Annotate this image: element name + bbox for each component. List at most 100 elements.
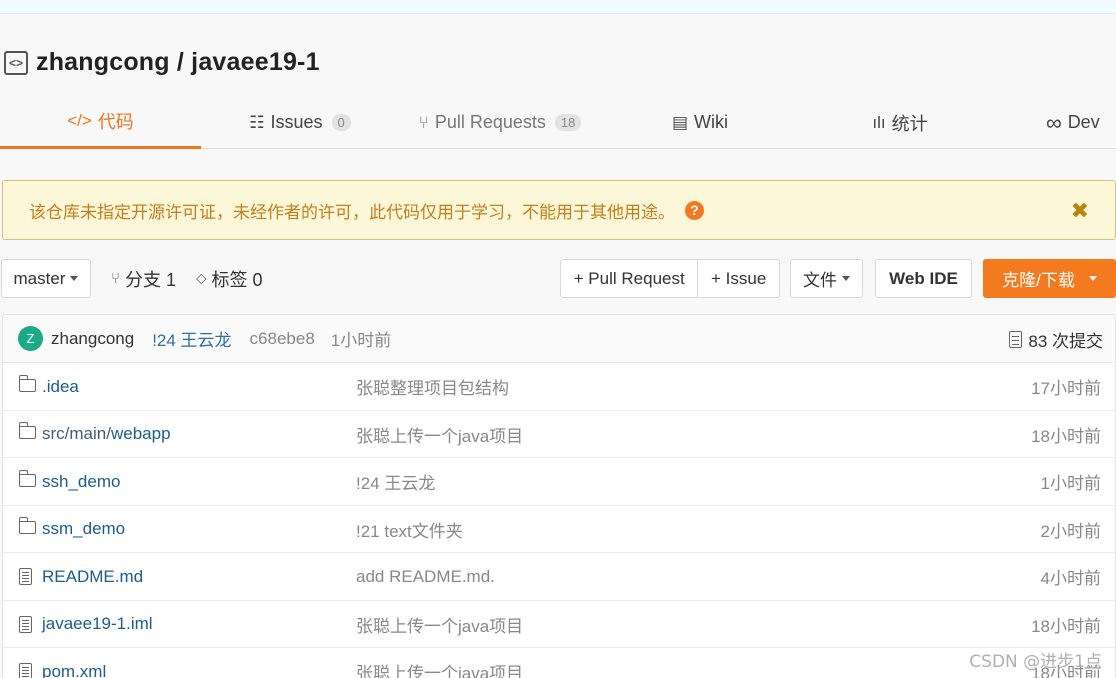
file-commit-message[interactable]: 张聪整理项目包结构 bbox=[356, 363, 509, 410]
file-commit-time: 2小时前 bbox=[1040, 521, 1101, 541]
folder-icon bbox=[18, 469, 36, 487]
create-button-group: + Pull Request + Issue bbox=[560, 259, 780, 298]
file-name-link[interactable]: README.md bbox=[19, 553, 143, 600]
watermark: CSDN @进步1点 bbox=[969, 652, 1102, 672]
file-name-link[interactable]: pom.xml bbox=[19, 648, 106, 678]
branch-select[interactable]: master bbox=[1, 259, 91, 298]
tab-devops[interactable]: ∞ Dev bbox=[1046, 96, 1116, 149]
tab-label: Issues bbox=[270, 112, 323, 132]
chevron-down-icon bbox=[842, 276, 850, 281]
tab-label: 统计 bbox=[891, 113, 928, 134]
file-name-link[interactable]: javaee19-1.iml bbox=[19, 601, 153, 648]
new-pull-request-button[interactable]: + Pull Request bbox=[561, 260, 697, 297]
commit-count-link[interactable]: 83 次提交 bbox=[1009, 315, 1103, 363]
file-commit-time: 1小时前 bbox=[1040, 474, 1101, 493]
chevron-down-icon bbox=[1088, 276, 1097, 281]
file-icon bbox=[19, 568, 32, 585]
file-commit-message[interactable]: !21 text文件夹 bbox=[356, 506, 463, 553]
new-issue-button[interactable]: + Issue bbox=[697, 260, 779, 297]
top-strip bbox=[0, 0, 1116, 14]
table-row[interactable]: javaee19-1.iml 张聪上传一个java项目 18小时前 bbox=[3, 601, 1115, 648]
file-label: 文件 bbox=[803, 271, 837, 290]
tab-label: Dev bbox=[1067, 112, 1100, 132]
file-commit-message[interactable]: !24 王云龙 bbox=[356, 458, 435, 505]
repo-title[interactable]: zhangcong / javaee19-1 bbox=[36, 48, 320, 77]
latest-commit-bar: Z zhangcong !24 王云龙 c68ebe8 1小时前 83 次提交 bbox=[3, 315, 1115, 363]
folder-icon bbox=[18, 422, 36, 439]
commit-sha[interactable]: c68ebe8 bbox=[250, 329, 315, 349]
branch-icon: ⑂ bbox=[111, 270, 121, 287]
tag-icon: ⬦ bbox=[196, 270, 207, 287]
file-commit-message[interactable]: 张聪上传一个java项目 bbox=[356, 601, 523, 648]
file-icon bbox=[19, 615, 32, 633]
file-name: .idea bbox=[42, 376, 79, 396]
repo-code-icon: <> bbox=[4, 50, 28, 75]
file-name: ssh_demo bbox=[42, 471, 121, 491]
web-ide-button[interactable]: Web IDE bbox=[875, 259, 972, 298]
bar-chart-icon: ılı bbox=[872, 112, 886, 132]
tab-stats[interactable]: ılı 统计 bbox=[850, 96, 950, 149]
file-icon bbox=[19, 663, 32, 678]
pull-requests-count-badge: 18 bbox=[554, 114, 582, 131]
tab-wiki[interactable]: ▤ Wiki bbox=[650, 96, 750, 149]
file-name-link[interactable]: .idea bbox=[18, 363, 79, 410]
file-commit-time: 18小时前 bbox=[1031, 616, 1101, 636]
tags-link[interactable]: ⬦ 标签 0 bbox=[196, 259, 263, 298]
file-commit-message[interactable]: add README.md. bbox=[356, 553, 495, 600]
table-row[interactable]: ssm_demo !21 text文件夹 2小时前 bbox=[3, 506, 1115, 553]
file-name: pom.xml bbox=[42, 661, 107, 678]
repo-tabs: </> 代码 ☷ Issues 0 ⑂ Pull Requests 18 ▤ W… bbox=[0, 96, 1116, 149]
commit-author[interactable]: zhangcong bbox=[51, 329, 134, 349]
branch-label: master bbox=[13, 268, 66, 288]
tab-pull-requests[interactable]: ⑂ Pull Requests 18 bbox=[410, 96, 590, 149]
tags-label: 标签 0 bbox=[211, 269, 263, 290]
issues-icon: ☷ bbox=[249, 112, 265, 132]
file-commit-time: 4小时前 bbox=[1040, 569, 1101, 588]
file-name-link[interactable]: src/main/webapp bbox=[18, 411, 171, 458]
tab-label: 代码 bbox=[97, 112, 134, 132]
table-row[interactable]: src/main/webapp 张聪上传一个java项目 18小时前 bbox=[3, 411, 1115, 458]
chevron-down-icon bbox=[70, 276, 79, 281]
branches-link[interactable]: ⑂ 分支 1 bbox=[111, 259, 176, 298]
file-commit-time: 17小时前 bbox=[1031, 379, 1101, 398]
file-commit-message[interactable]: 张聪上传一个java项目 bbox=[356, 411, 523, 458]
book-icon: ▤ bbox=[671, 112, 689, 132]
tab-issues[interactable]: ☷ Issues 0 bbox=[240, 96, 360, 149]
file-name: webapp bbox=[110, 424, 171, 443]
close-icon[interactable]: ✖ bbox=[1071, 198, 1089, 224]
help-icon[interactable]: ? bbox=[685, 200, 704, 220]
folder-icon bbox=[18, 517, 36, 534]
avatar[interactable]: Z bbox=[18, 326, 43, 351]
pull-request-icon: ⑂ bbox=[418, 112, 429, 132]
tab-code[interactable]: </> 代码 bbox=[0, 96, 201, 149]
tab-label: Wiki bbox=[694, 112, 729, 132]
branches-label: 分支 1 bbox=[125, 269, 177, 290]
clone-download-button[interactable]: 克隆/下载 bbox=[983, 259, 1116, 298]
file-name-link[interactable]: ssh_demo bbox=[18, 458, 121, 505]
file-path-prefix: src/main/ bbox=[42, 424, 111, 443]
issues-count-badge: 0 bbox=[331, 114, 351, 131]
tab-label: Pull Requests bbox=[434, 112, 546, 132]
license-notice: 该仓库未指定开源许可证，未经作者的许可，此代码仅用于学习，不能用于其他用途。 ?… bbox=[2, 180, 1116, 240]
commit-message[interactable]: !24 王云龙 bbox=[152, 326, 231, 351]
table-row[interactable]: ssh_demo !24 王云龙 1小时前 bbox=[3, 458, 1115, 506]
file-name: README.md bbox=[42, 566, 144, 586]
code-icon: </> bbox=[67, 111, 92, 130]
repo-header: <> zhangcong / javaee19-1 bbox=[4, 48, 320, 77]
table-row[interactable]: .idea 张聪整理项目包结构 17小时前 bbox=[3, 363, 1115, 411]
clone-label: 克隆/下载 bbox=[1002, 271, 1075, 290]
table-row[interactable]: README.md add README.md. 4小时前 bbox=[3, 553, 1115, 601]
commit-time: 1小时前 bbox=[330, 331, 392, 350]
file-commit-time: 18小时前 bbox=[1031, 426, 1101, 446]
file-menu-button[interactable]: 文件 bbox=[790, 259, 863, 298]
file-commit-message[interactable]: 张聪上传一个java项目 bbox=[356, 648, 523, 678]
file-name-link[interactable]: ssm_demo bbox=[18, 506, 126, 553]
file-name: ssm_demo bbox=[42, 519, 126, 538]
commits-icon bbox=[1009, 330, 1023, 348]
infinity-icon: ∞ bbox=[1046, 109, 1062, 135]
table-row[interactable]: pom.xml 张聪上传一个java项目 18小时前 bbox=[3, 648, 1115, 678]
repo-toolbar: master ⑂ 分支 1 ⬦ 标签 0 + Pull Request + Is… bbox=[0, 259, 1116, 299]
file-browser: Z zhangcong !24 王云龙 c68ebe8 1小时前 83 次提交 … bbox=[2, 314, 1116, 678]
folder-icon bbox=[18, 374, 36, 392]
file-name: javaee19-1.iml bbox=[42, 614, 153, 633]
